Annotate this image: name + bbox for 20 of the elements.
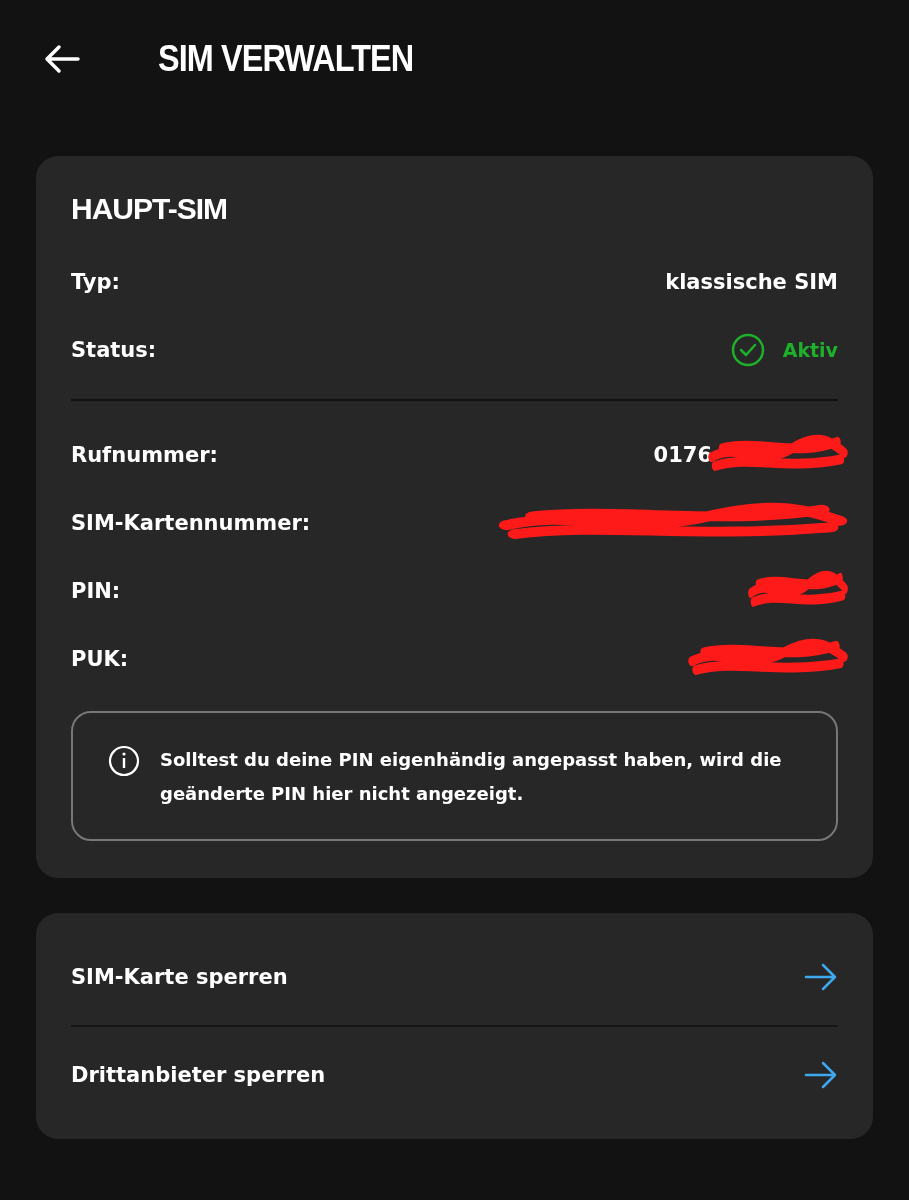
arrow-right-icon (804, 963, 838, 991)
action-label: Drittanbieter sperren (71, 1063, 326, 1087)
arrow-right-icon (804, 1061, 838, 1089)
action-item[interactable]: Drittanbieter sperren (71, 1039, 838, 1111)
detail-value: klassische SIM (665, 270, 838, 294)
card-title: HAUPT-SIM (71, 192, 228, 226)
info-icon (108, 745, 140, 777)
action-item[interactable]: SIM-Karte sperren (71, 941, 838, 1013)
detail-value: 0176 (653, 443, 712, 467)
detail-label: Status: (71, 338, 157, 362)
info-text: Solltest du deine PIN eigenhändig angepasst haben, wird die geänderte PIN hier nicht angezeigt. (160, 748, 783, 806)
page-title: SIM VERWALTEN (158, 37, 414, 80)
detail-label: SIM-Kartennummer: (71, 511, 311, 535)
detail-label: Typ: (71, 270, 120, 294)
back-icon[interactable] (44, 43, 80, 74)
action-label: SIM-Karte sperren (71, 965, 288, 989)
detail-label: PIN: (71, 579, 121, 603)
status-value: Aktiv (782, 339, 838, 361)
detail-label: Rufnummer: (71, 443, 218, 467)
detail-label: PUK: (71, 647, 129, 671)
